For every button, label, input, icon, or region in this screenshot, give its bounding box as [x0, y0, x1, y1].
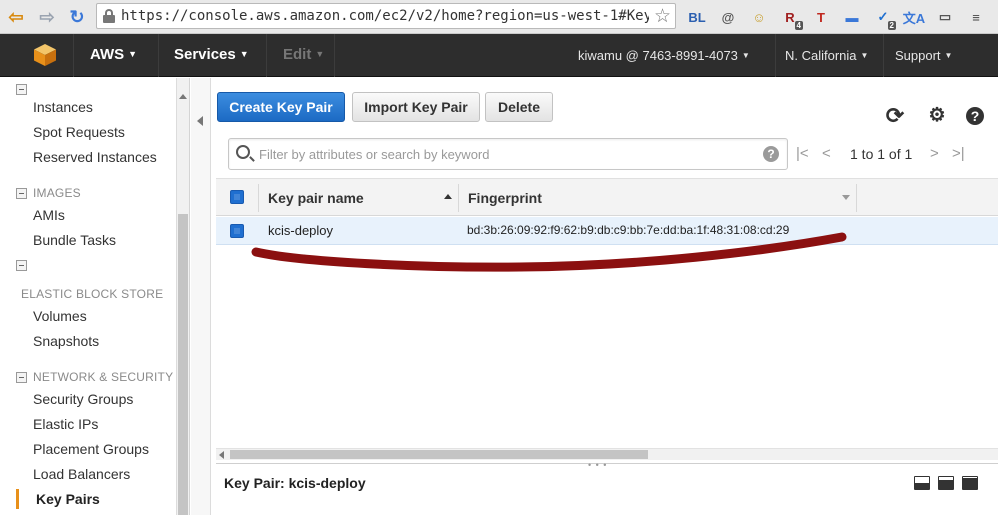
- annotation-underline: [251, 232, 847, 272]
